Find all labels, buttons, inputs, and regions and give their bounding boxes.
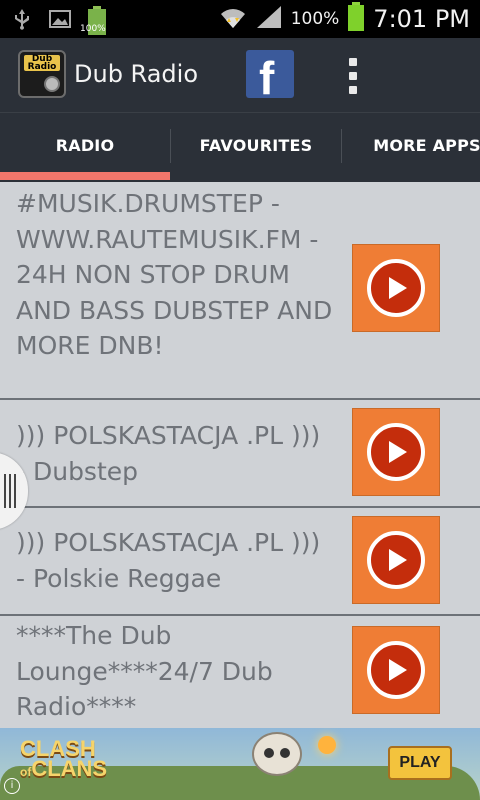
battery-percent: 100% xyxy=(290,9,340,29)
play-button[interactable] xyxy=(352,626,440,714)
station-name: ))) POLSKASTACJA .PL ))) - Polskie Regga… xyxy=(16,528,321,593)
wifi-icon xyxy=(219,4,247,34)
station-row[interactable]: ))) POLSKASTACJA .PL ))) - Dubstep xyxy=(0,400,480,508)
station-name: #MUSIK.DRUMSTEP - WWW.RAUTEMUSIK.FM - 24… xyxy=(16,189,333,360)
play-icon xyxy=(367,641,425,699)
ad-game-logo: CLASH ofCLANS xyxy=(20,736,108,781)
play-icon xyxy=(367,531,425,589)
status-bar: 100% 100% 7:01 PM xyxy=(0,0,480,38)
battery-icon xyxy=(347,2,365,36)
play-button[interactable] xyxy=(352,516,440,604)
status-right-icons: 100% 7:01 PM xyxy=(219,0,470,38)
station-row[interactable]: #MUSIK.DRUMSTEP - WWW.RAUTEMUSIK.FM - 24… xyxy=(0,182,480,400)
app-title: Dub Radio xyxy=(74,60,198,88)
app-icon[interactable]: Dub Radio xyxy=(18,50,66,98)
clock: 7:01 PM xyxy=(373,5,470,33)
app-icon-text: Dub Radio xyxy=(24,55,60,72)
station-list[interactable]: #MUSIK.DRUMSTEP - WWW.RAUTEMUSIK.FM - 24… xyxy=(0,182,480,728)
play-icon xyxy=(367,259,425,317)
skull-icon xyxy=(252,732,302,776)
facebook-icon: f xyxy=(259,52,275,104)
overflow-menu-icon[interactable] xyxy=(340,56,366,96)
station-name: ))) POLSKASTACJA .PL ))) - Dubstep xyxy=(16,421,321,486)
play-icon xyxy=(367,423,425,481)
usb-icon xyxy=(10,7,34,35)
ad-info-icon[interactable]: i xyxy=(4,778,20,794)
tab-radio[interactable]: RADIO xyxy=(0,113,170,177)
selected-tab-indicator xyxy=(0,172,170,180)
station-row[interactable]: ****The Dub Lounge****24/7 Dub Radio**** xyxy=(0,616,480,728)
torch-icon xyxy=(318,736,336,754)
image-icon xyxy=(48,7,72,35)
tab-favourites[interactable]: FAVOURITES xyxy=(171,113,341,177)
ad-play-button[interactable]: PLAY xyxy=(388,746,452,780)
station-row[interactable]: ))) POLSKASTACJA .PL ))) - Polskie Regga… xyxy=(0,508,480,616)
battery-small-icon: 100% xyxy=(80,6,108,36)
station-name: ****The Dub Lounge****24/7 Dub Radio**** xyxy=(16,621,273,721)
play-button[interactable] xyxy=(352,408,440,496)
speaker-icon xyxy=(44,76,60,92)
tab-more-apps[interactable]: MORE APPS xyxy=(342,113,480,177)
status-left-icons: 100% xyxy=(10,6,108,36)
action-bar: Dub Radio Dub Radio f xyxy=(0,38,480,112)
play-button[interactable] xyxy=(352,244,440,332)
signal-icon xyxy=(255,4,283,34)
facebook-button[interactable]: f xyxy=(246,50,294,104)
